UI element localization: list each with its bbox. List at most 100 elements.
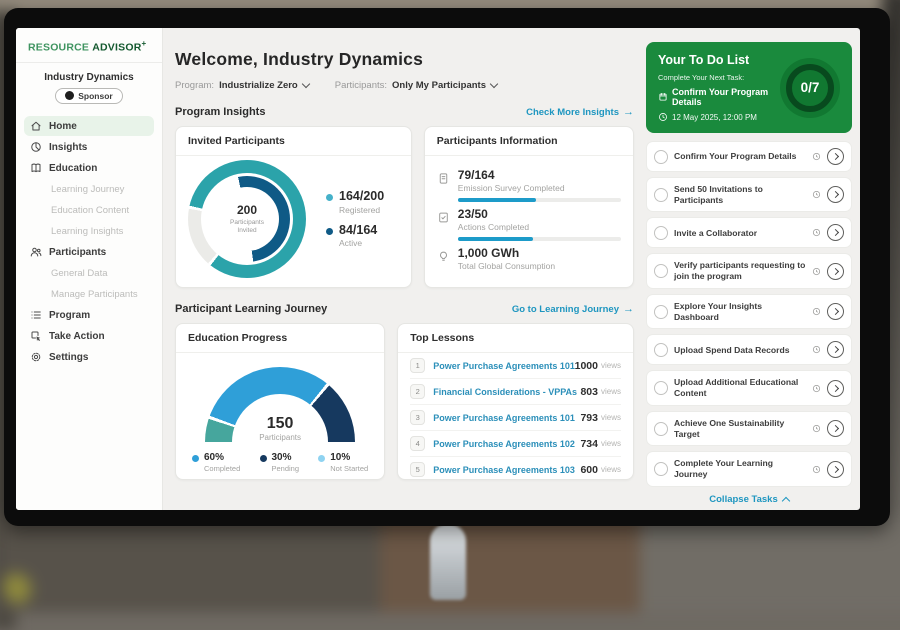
task-chevron-button[interactable] [827, 341, 844, 358]
chevron-right-icon [831, 385, 838, 392]
lesson-title-link[interactable]: Financial Considerations - VPPAs [433, 387, 580, 397]
todo-next-task[interactable]: Confirm Your Program Details [658, 87, 774, 107]
lesson-row: 1 Power Purchase Agreements 101 1000 vie… [410, 353, 621, 379]
task-checkbox[interactable] [654, 381, 668, 395]
stat-label: Actions Completed [458, 222, 621, 232]
legend-value: 164/200 [339, 190, 384, 204]
task-label: Confirm Your Program Details [674, 151, 806, 162]
chevron-down-icon [490, 80, 498, 88]
lesson-rank-badge: 2 [410, 384, 425, 399]
sidebar-item-education-content[interactable]: Education Content [24, 200, 154, 220]
todo-task-row[interactable]: Invite a Collaborator [646, 217, 852, 248]
task-checkbox[interactable] [654, 226, 668, 240]
task-checkbox[interactable] [654, 462, 668, 476]
sidebar-item-take-action[interactable]: Take Action [24, 326, 154, 346]
participants-dropdown[interactable]: Participants: Only My Participants [335, 80, 497, 91]
program-dropdown[interactable]: Program: Industrialize Zero [175, 80, 309, 91]
sidebar-item-learning-journey[interactable]: Learning Journey [24, 179, 154, 199]
program-dropdown-label: Program: [175, 80, 214, 91]
sidebar-item-manage-participants[interactable]: Manage Participants [24, 284, 154, 304]
task-chevron-button[interactable] [827, 380, 844, 397]
actions-check-icon [437, 211, 450, 224]
task-chevron-button[interactable] [827, 224, 844, 241]
task-chevron-button[interactable] [827, 148, 844, 165]
lesson-title-link[interactable]: Power Purchase Agreements 103 [433, 465, 580, 475]
clock-icon [812, 190, 821, 199]
todo-task-row[interactable]: Send 50 Invitations to Participants [646, 177, 852, 212]
sidebar-item-home[interactable]: Home [24, 116, 154, 136]
card-title: Participants Information [425, 127, 633, 156]
sidebar-item-participants[interactable]: Participants [24, 242, 154, 262]
task-label: Complete Your Learning Journey [674, 458, 806, 479]
lesson-views-count: 803 [580, 386, 598, 398]
calendar-icon [658, 92, 668, 102]
chevron-down-icon [301, 80, 309, 88]
todo-task-row[interactable]: Achieve One Sustainability Target [646, 411, 852, 446]
participants-icon [30, 246, 42, 258]
participant-stats: 79/164 Emission Survey Completed 23/50 A… [425, 156, 633, 278]
link-label: Check More Insights [526, 107, 619, 118]
lesson-title-link[interactable]: Power Purchase Agreements 101 [433, 361, 574, 371]
todo-task-row[interactable]: Upload Additional Educational Content [646, 370, 852, 405]
task-checkbox[interactable] [654, 422, 668, 436]
todo-next-task-label: Confirm Your Program Details [672, 87, 774, 107]
collapse-tasks-link[interactable]: Collapse Tasks [646, 494, 852, 505]
legend-value: 84/164 [339, 224, 377, 238]
sidebar-item-learning-insights[interactable]: Learning Insights [24, 221, 154, 241]
todo-task-row[interactable]: Complete Your Learning Journey [646, 451, 852, 486]
chevron-right-icon [831, 308, 838, 315]
task-chevron-button[interactable] [827, 420, 844, 437]
task-chevron-button[interactable] [827, 186, 844, 203]
sidebar-item-insights[interactable]: Insights [24, 137, 154, 157]
task-chevron-button[interactable] [827, 263, 844, 280]
sidebar-item-settings[interactable]: Settings [24, 347, 154, 367]
chevron-right-icon [831, 425, 838, 432]
monitor-stand [430, 524, 466, 600]
todo-due-date: 12 May 2025, 12:00 PM [658, 112, 774, 122]
task-label: Verify participants requesting to join t… [674, 260, 806, 281]
participants-dropdown-value: Only My Participants [392, 80, 486, 91]
task-label: Invite a Collaborator [674, 228, 806, 239]
main-content: Welcome, Industry Dynamics Program: Indu… [163, 28, 646, 510]
legend-item: 30% Pending [260, 452, 300, 473]
todo-title: Your To Do List [658, 53, 774, 67]
progress-bar-fill [458, 237, 533, 241]
todo-task-row[interactable]: Verify participants requesting to join t… [646, 253, 852, 288]
chevron-right-icon [831, 153, 838, 160]
learning-journey-header: Participant Learning Journey Go to Learn… [175, 303, 634, 315]
sponsor-badge-label: Sponsor [78, 91, 112, 101]
insights-pie-icon [30, 141, 42, 153]
sidebar-item-general-data[interactable]: General Data [24, 263, 154, 283]
program-list-icon [30, 309, 42, 321]
lesson-views-count: 600 [580, 464, 598, 476]
task-checkbox[interactable] [654, 343, 668, 357]
sidebar-item-label: Insights [49, 142, 87, 153]
link-label: Go to Learning Journey [512, 304, 619, 315]
go-to-learning-journey-link[interactable]: Go to Learning Journey → [512, 303, 634, 315]
gauge-center: 150 Participants [205, 415, 355, 442]
legend-dot [326, 228, 333, 235]
education-book-icon [30, 162, 42, 174]
lesson-row: 2 Financial Considerations - VPPAs 803 v… [410, 379, 621, 405]
task-checkbox[interactable] [654, 150, 668, 164]
check-more-insights-link[interactable]: Check More Insights → [526, 106, 634, 118]
task-checkbox[interactable] [654, 264, 668, 278]
lesson-title-link[interactable]: Power Purchase Agreements 102 [433, 439, 580, 449]
task-checkbox[interactable] [654, 188, 668, 202]
task-chevron-button[interactable] [827, 461, 844, 478]
todo-task-row[interactable]: Upload Spend Data Records [646, 334, 852, 365]
task-checkbox[interactable] [654, 305, 668, 319]
lesson-title-link[interactable]: Power Purchase Agreements 101 [433, 413, 580, 423]
sidebar-item-label: Education Content [51, 205, 129, 216]
todo-task-row[interactable]: Explore Your Insights Dashboard [646, 294, 852, 329]
donut-center-label: Participants Invited [221, 219, 273, 235]
task-label: Achieve One Sustainability Target [674, 418, 806, 439]
task-chevron-button[interactable] [827, 303, 844, 320]
task-label: Upload Spend Data Records [674, 345, 806, 356]
todo-task-row[interactable]: Confirm Your Program Details [646, 141, 852, 172]
lesson-views-suffix: views [601, 413, 621, 422]
lesson-views-suffix: views [601, 465, 621, 474]
sidebar-item-education[interactable]: Education [24, 158, 154, 178]
sidebar-item-program[interactable]: Program [24, 305, 154, 325]
legend-label: Pending [272, 464, 300, 473]
